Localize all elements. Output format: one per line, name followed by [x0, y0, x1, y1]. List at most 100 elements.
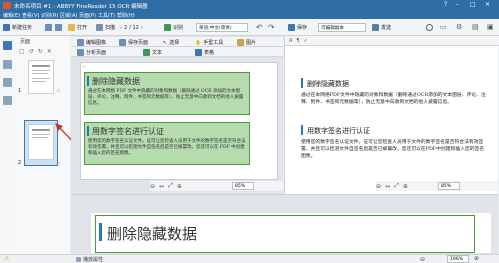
send-button[interactable]: 发送 — [372, 23, 391, 32]
text-heading-bar-1 — [301, 78, 303, 88]
gear-icon[interactable]: ⚙ — [456, 23, 462, 31]
hand-label: 手型工具 — [203, 40, 224, 46]
text-para-1[interactable]: 通过在本网络PDF文件中隐藏的对象和数据（删除通过OCR添加的文本图层、评论、注… — [301, 92, 486, 106]
text-style-icon[interactable]: ¶ — [296, 38, 299, 44]
undo-icon[interactable]: ↶ — [256, 23, 263, 32]
image-toolbar-row2: 分析页面 文本 表格 — [71, 47, 283, 57]
menu-bar: 编辑(E) 查看(V) 识别(R) 区域(A) 页面(P) 工具(T) 帮助(H… — [0, 10, 499, 19]
page-total: / 12 — [129, 24, 139, 31]
text-check-icon[interactable]: ✓ — [304, 38, 308, 44]
zoom-out-icon[interactable]: ⊖ — [150, 183, 155, 190]
zoom-in-icon[interactable]: ⊕ — [474, 255, 479, 262]
menu-help[interactable]: 帮助(H) — [117, 12, 135, 19]
edit-image-label: 编辑图像 — [86, 40, 107, 46]
panel-icon[interactable]: ▣ — [487, 23, 494, 31]
language-select[interactable]: 英语;中文(简体) — [196, 23, 248, 32]
scan-label: 扫描 — [105, 25, 116, 31]
format-select[interactable]: 可编辑副本 — [318, 23, 366, 32]
zoom-in-icon[interactable]: ⊕ — [403, 183, 408, 190]
pages-label: 页面 — [20, 39, 31, 45]
redo-icon[interactable]: ↷ — [268, 23, 275, 32]
page-current[interactable]: 2 — [124, 25, 127, 31]
text-format-icon[interactable]: A — [289, 38, 292, 44]
new-task-button[interactable]: 新建任务 — [3, 23, 32, 32]
fit-width-icon[interactable]: ↔ — [385, 183, 390, 190]
next-page-icon[interactable]: › — [141, 25, 143, 31]
table-label: 表格 — [204, 50, 215, 56]
text-para-2[interactable]: 使用您的数字签名认证文件。证可让您检查人员用于文件的数字签名是否符合法有效签署，… — [301, 139, 486, 160]
rotate-right-icon[interactable]: ↻ — [38, 48, 43, 55]
minimize-icon[interactable]: – — [456, 1, 459, 8]
image-zoom-select[interactable]: 85% — [232, 182, 254, 190]
menu-view[interactable]: 查看(V) — [22, 12, 39, 19]
text-icon[interactable] — [3, 78, 12, 87]
send-label: 发送 — [381, 25, 392, 31]
save-button[interactable]: 保存 — [288, 23, 307, 32]
menu-area[interactable]: 区域(A) — [60, 12, 77, 19]
search-panel-icon[interactable] — [3, 96, 12, 105]
warning-icon: ⚠ — [56, 88, 61, 94]
comment-icon[interactable]: ▭ — [440, 23, 447, 31]
analyze-page-button[interactable]: 分析页面 — [77, 48, 106, 57]
save-page-label: 保存页面 — [128, 40, 149, 46]
help-icon[interactable]: ? — [444, 1, 447, 8]
menu-page[interactable]: 页面(P) — [79, 12, 96, 19]
pages-view-icon[interactable] — [3, 41, 12, 50]
heading-bar-1 — [87, 76, 89, 86]
text-zoom-select[interactable]: 85% — [438, 182, 460, 190]
properties-button[interactable]: 播放属性 — [76, 255, 103, 263]
table-icon — [195, 49, 202, 56]
prev-page-icon[interactable]: ‹ — [120, 25, 122, 31]
text-pane-toolbar: A ¶ ✓ — [285, 36, 499, 46]
layout-icon[interactable]: ▤ — [472, 23, 479, 31]
page-thumbnail-1[interactable] — [28, 60, 54, 94]
select-arrow-icon: ↖ — [163, 39, 168, 46]
menu-edit[interactable]: 编辑(E) — [3, 12, 20, 19]
scan-button[interactable]: 扫描 — [96, 23, 115, 32]
open-label: 打开 — [77, 25, 88, 31]
pages-toolbar: ▢ ↺ ↻ ✕ — [16, 46, 70, 56]
recognize-label: 识别 — [173, 25, 184, 31]
select-label: 选择 — [169, 40, 180, 46]
zoom-in-icon[interactable]: ⊕ — [177, 183, 182, 190]
page-navigator[interactable]: ‹ 2 / 12 › — [120, 23, 143, 32]
text-heading-1[interactable]: 删除隐藏数据 — [307, 79, 349, 89]
picture-tool[interactable]: 图片 — [237, 38, 256, 47]
app-logo-icon — [3, 1, 11, 9]
edit-image-icon — [77, 39, 84, 46]
select-tool[interactable]: ↖ 选择 — [163, 38, 179, 47]
project-icon[interactable] — [45, 24, 52, 31]
text-heading-2[interactable]: 用数字签名进行认证 — [307, 126, 370, 136]
fit-page-icon[interactable]: ⤢ — [168, 182, 173, 190]
fit-width-icon[interactable]: ↔ — [159, 183, 164, 190]
bottom-zoom-controls: ⊖ — [420, 255, 425, 263]
recognize-button[interactable]: 识别 — [164, 23, 183, 32]
send-icon — [372, 24, 379, 31]
properties-icon — [76, 256, 81, 262]
fit-page-icon[interactable]: ⤢ — [394, 182, 399, 190]
open-button[interactable]: 打开 — [68, 23, 87, 32]
maximize-icon[interactable]: □ — [470, 1, 476, 8]
folder-icon[interactable] — [55, 24, 62, 31]
analyze-label: 分析页面 — [86, 50, 107, 56]
open-icon — [68, 24, 75, 31]
text-tool[interactable]: 文本 — [143, 48, 162, 57]
new-task-label: 新建任务 — [12, 25, 33, 31]
search-icon[interactable] — [426, 24, 433, 31]
save-page-button[interactable]: 保存页面 — [119, 38, 148, 47]
hand-tool[interactable]: ✋ 手型工具 — [195, 38, 223, 47]
table-tool[interactable]: 表格 — [195, 48, 214, 57]
menu-recognize[interactable]: 识别(R) — [41, 12, 58, 19]
zoom-out-icon[interactable]: ⊖ — [376, 183, 381, 190]
zoom-out-icon[interactable]: ⊖ — [420, 256, 425, 263]
edit-image-button[interactable]: 编辑图像 — [77, 38, 106, 47]
page-add-icon[interactable]: ▢ — [19, 48, 25, 55]
text-tool-label: 文本 — [152, 50, 163, 56]
menu-tools[interactable]: 工具(T) — [98, 12, 115, 19]
thumbnail-icon[interactable] — [3, 60, 12, 69]
doc-heading-1: 删除隐藏数据 — [92, 77, 140, 86]
bottom-zoom-select[interactable]: 196% — [447, 255, 469, 263]
rotate-left-icon[interactable]: ↺ — [29, 48, 34, 55]
close-icon[interactable]: ✕ — [485, 1, 490, 8]
delete-page-icon[interactable]: ✕ — [47, 48, 52, 55]
